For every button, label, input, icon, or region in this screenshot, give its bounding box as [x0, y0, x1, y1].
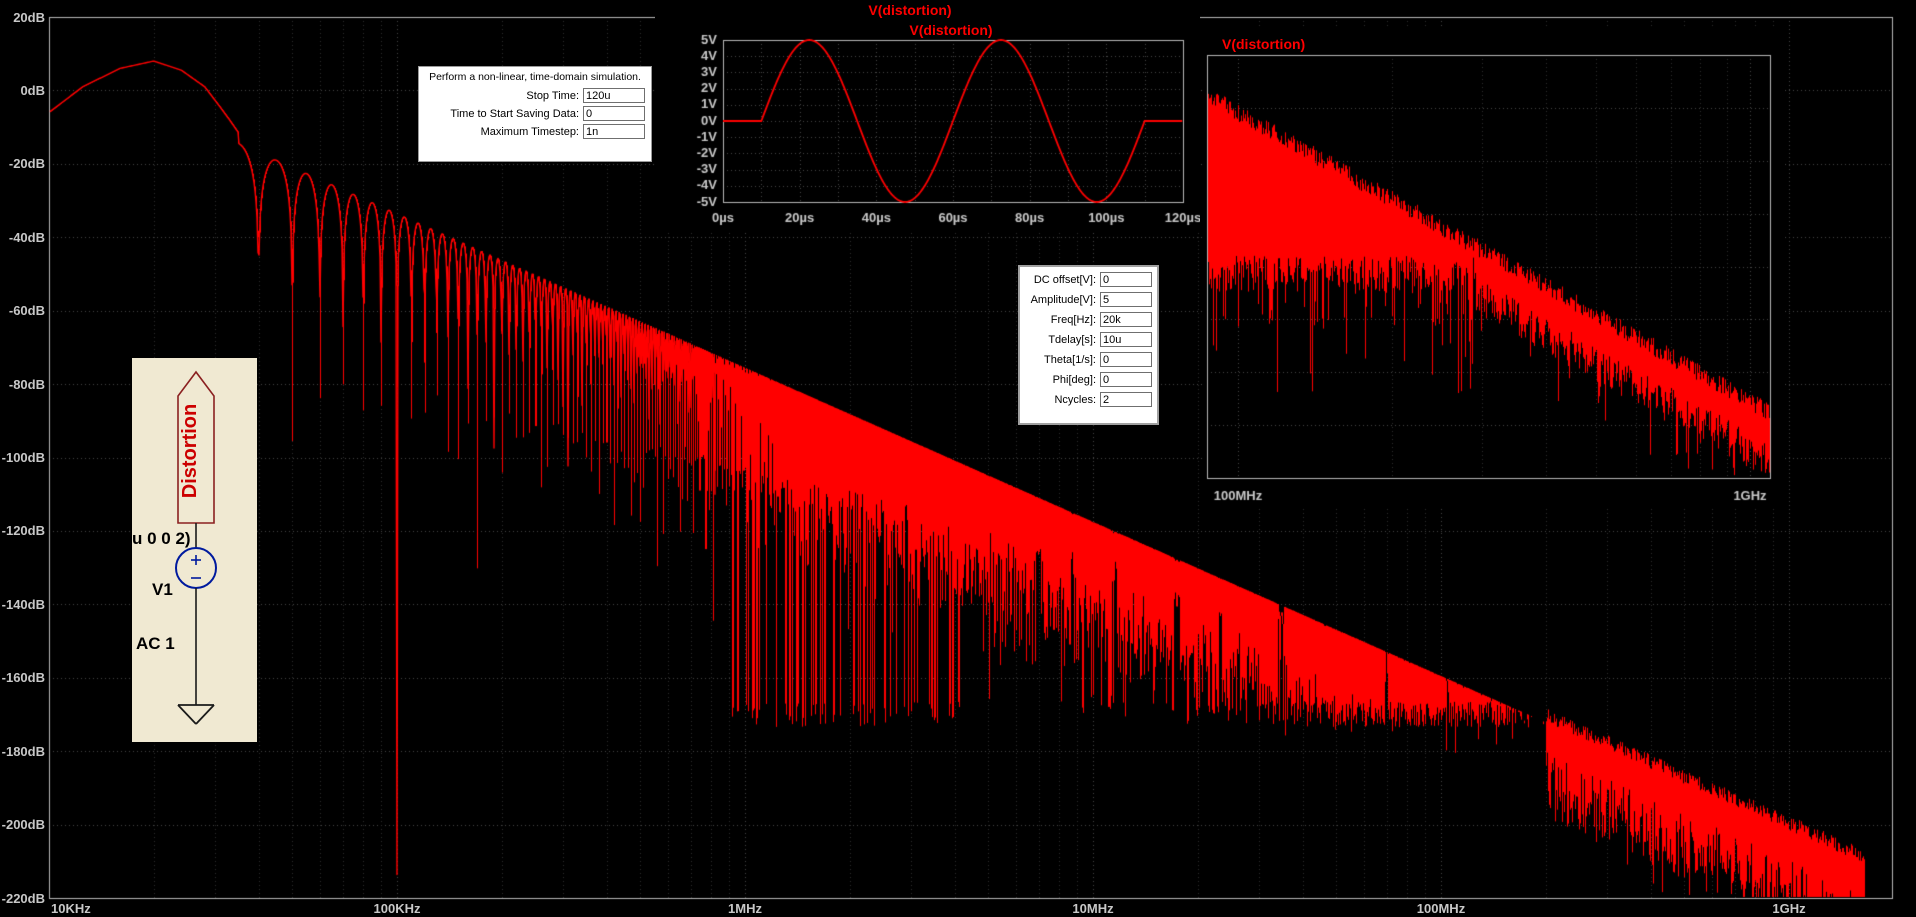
x-tick-label: 1GHz [1772, 901, 1806, 916]
x-tick-label: 100MHz [1416, 901, 1466, 916]
designator-text[interactable]: V1 [152, 580, 173, 599]
y-tick-label: 20dB [13, 9, 45, 25]
sine-fields: DC offset[V]: Amplitude[V]: Freq[Hz]: Tdela… [1020, 272, 1157, 407]
ac-spec-text[interactable]: AC 1 [136, 634, 175, 653]
phi-input[interactable] [1100, 372, 1152, 387]
x-tick-label: 100KHz [373, 901, 421, 916]
maximum-timestep-label: Maximum Timestep: [480, 125, 579, 138]
y-tick-label: -220dB [1, 890, 45, 906]
net-label-text[interactable]: Distortion [179, 404, 201, 498]
y-tick-label: -60dB [8, 303, 45, 319]
ncycles-row: Ncycles: [1025, 392, 1152, 407]
main-plot-title[interactable]: V(distortion) [800, 2, 1020, 18]
y-tick-label: -200dB [1, 817, 45, 833]
freq-row: Freq[Hz]: [1025, 312, 1152, 327]
stop-time-label: Stop Time: [526, 89, 579, 102]
ltspice-window: { "app": {"name": "LTspice waveform view… [0, 0, 1916, 917]
dc-offset-input[interactable] [1100, 272, 1152, 287]
fft-zoom-plot-canvas[interactable] [1204, 28, 1785, 508]
transient-fields: Stop Time: Time to Start Saving Data: Maxi… [419, 88, 651, 139]
stop-time-row: Stop Time: [425, 88, 645, 103]
transient-heading: Perform a non-linear, time-domain simula… [429, 71, 641, 83]
tdelay-label: Tdelay[s]: [1048, 333, 1096, 346]
freq-input[interactable] [1100, 312, 1152, 327]
dc-offset-row: DC offset[V]: [1025, 272, 1152, 287]
amplitude-input[interactable] [1100, 292, 1152, 307]
stop-time-input[interactable] [583, 88, 645, 103]
dc-offset-label: DC offset[V]: [1033, 273, 1096, 286]
y-tick-label: -40dB [8, 229, 45, 245]
amplitude-row: Amplitude[V]: [1025, 292, 1152, 307]
schematic-drawing: Distortion u 0 0 2) V1 AC 1 [132, 370, 217, 725]
time-plot-title[interactable]: V(distortion) [811, 22, 1091, 38]
y-tick-label: 0dB [20, 82, 45, 98]
theta-input[interactable] [1100, 352, 1152, 367]
y-tick-label: -20dB [8, 156, 45, 172]
y-tick-label: -180dB [1, 743, 45, 759]
freq-label: Freq[Hz]: [1050, 313, 1096, 326]
tdelay-input[interactable] [1100, 332, 1152, 347]
y-tick-label: -140dB [1, 596, 45, 612]
ncycles-input[interactable] [1100, 392, 1152, 407]
theta-row: Theta[1/s]: [1025, 352, 1152, 367]
schematic-panel[interactable]: Distortion u 0 0 2) V1 AC 1 [132, 358, 257, 742]
voltage-source-symbol[interactable] [175, 547, 217, 589]
y-tick-label: -160dB [1, 670, 45, 686]
y-tick-label: -100dB [1, 450, 45, 465]
x-tick-label: 1MHz [728, 901, 762, 916]
spice-directive-text[interactable]: u 0 0 2) [132, 529, 191, 548]
time-to-start-saving-label: Time to Start Saving Data: [450, 107, 579, 120]
ground-symbol[interactable] [177, 704, 215, 725]
maximum-timestep-input[interactable] [583, 124, 645, 139]
x-tick-label: 10MHz [1072, 901, 1114, 916]
tdelay-row: Tdelay[s]: [1025, 332, 1152, 347]
fft-zoom-title[interactable]: V(distortion) [1222, 36, 1305, 52]
time-to-start-saving-input[interactable] [583, 106, 645, 121]
y-tick-label: -120dB [1, 523, 45, 539]
maximum-timestep-row: Maximum Timestep: [425, 124, 645, 139]
net-flag[interactable]: Distortion [177, 370, 215, 524]
y-tick-label: -80dB [8, 376, 45, 392]
amplitude-label: Amplitude[V]: [1030, 293, 1096, 306]
theta-label: Theta[1/s]: [1044, 353, 1096, 366]
time-plot-canvas[interactable] [655, 16, 1200, 231]
sine-params-panel: DC offset[V]: Amplitude[V]: Freq[Hz]: Tdela… [1018, 265, 1159, 425]
ncycles-label: Ncycles: [1054, 393, 1096, 406]
phi-row: Phi[deg]: [1025, 372, 1152, 387]
time-to-start-saving-row: Time to Start Saving Data: [425, 106, 645, 121]
phi-label: Phi[deg]: [1052, 373, 1096, 386]
transient-settings-panel: Perform a non-linear, time-domain simula… [418, 66, 652, 162]
x-tick-label: 10KHz [51, 901, 91, 916]
